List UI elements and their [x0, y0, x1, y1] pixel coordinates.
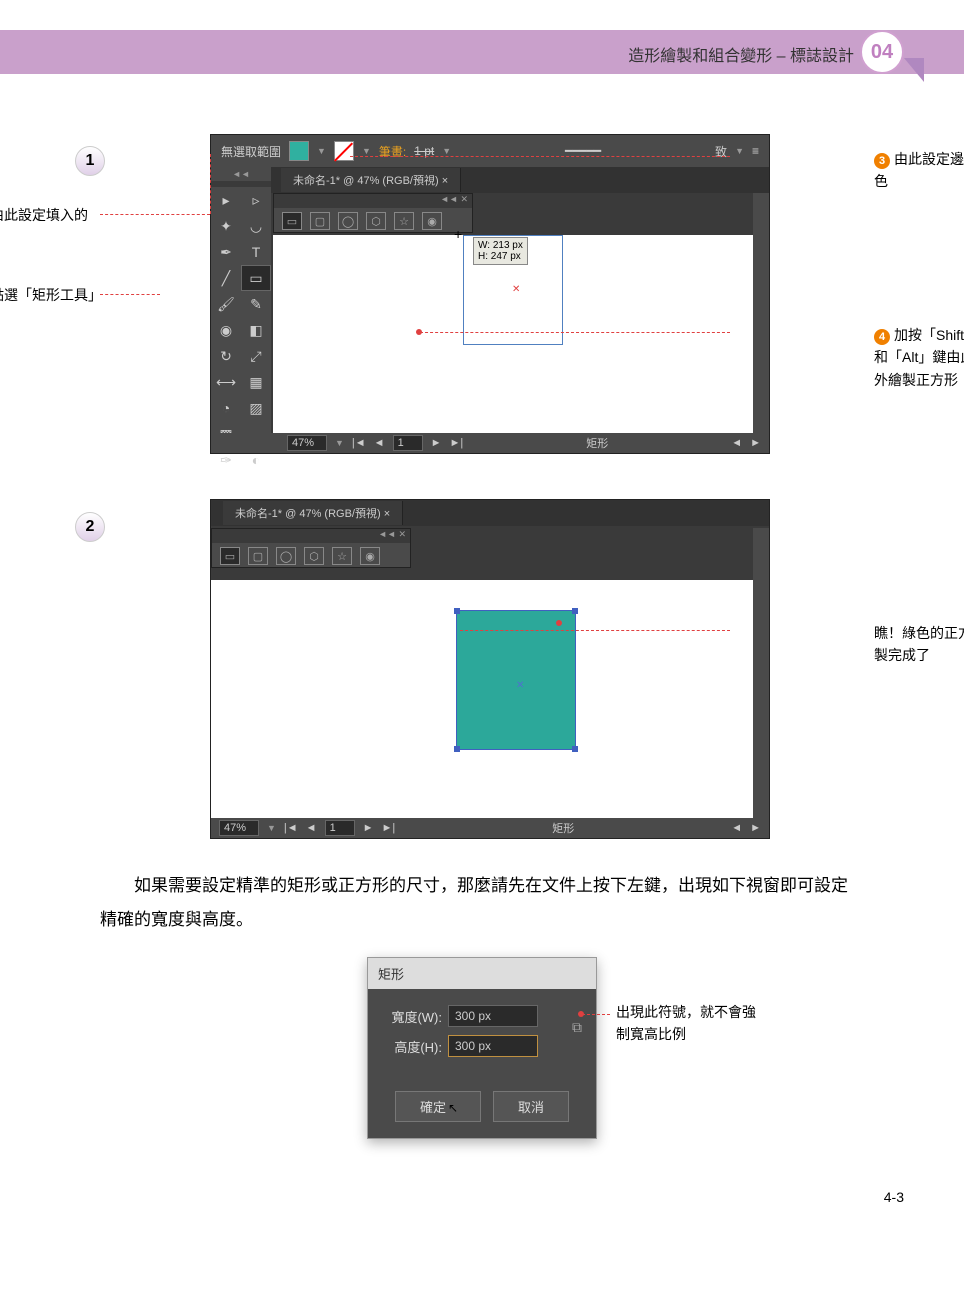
- stroke-swatch[interactable]: [334, 141, 354, 161]
- close-icon[interactable]: ×: [442, 175, 448, 187]
- panel-close-icon[interactable]: ✕: [460, 194, 468, 208]
- callout-3: 3由此設定邊框顏色: [874, 148, 964, 193]
- polygon-icon[interactable]: ⬡: [304, 547, 324, 565]
- scrollbar[interactable]: [753, 528, 769, 818]
- shape-flyout-panel-2: ◄◄ ✕ ▭ ▢ ◯ ⬡ ☆ ◉: [211, 528, 411, 568]
- page-number: 4-3: [0, 1169, 964, 1225]
- rectangle-dialog: 矩形 寬度(W): 高度(H): ⧉ 確定↖ 取消: [367, 957, 597, 1139]
- page-input[interactable]: [393, 435, 423, 451]
- first-page-icon[interactable]: |◄: [352, 437, 366, 449]
- height-input[interactable]: [448, 1035, 538, 1057]
- step-badge-2: 2: [75, 512, 105, 542]
- pen-tool-icon[interactable]: ✒: [211, 239, 241, 265]
- ellipse-icon[interactable]: ◯: [338, 212, 358, 230]
- scroll-right-icon[interactable]: ►: [750, 437, 761, 449]
- last-page-icon[interactable]: ►|: [449, 437, 463, 449]
- lasso-tool-icon[interactable]: ◡: [241, 213, 271, 239]
- rectangle-tool-icon[interactable]: ▭: [241, 265, 271, 291]
- scale-tool-icon[interactable]: ⤢: [241, 343, 271, 369]
- width-input[interactable]: [448, 1005, 538, 1027]
- doc-tab-2[interactable]: 未命名-1* @ 47% (RGB/預視) ×: [223, 501, 403, 525]
- control-bar: 無選取範圍 ▼ ▼ 筆畫: 1 pt▼ ━━━━━ 致▼ ≡: [211, 135, 769, 167]
- pencil-tool-icon[interactable]: ✎: [241, 291, 271, 317]
- chapter-number: 04: [860, 30, 904, 74]
- callout-5: 瞧！綠色的正方形繪製完成了: [874, 622, 964, 667]
- scroll-left-icon[interactable]: ◄: [731, 437, 742, 449]
- line-tool-icon[interactable]: ╱: [211, 265, 241, 291]
- rect-shape-icon[interactable]: ▭: [220, 547, 240, 565]
- height-label: 高度(H):: [382, 1037, 442, 1056]
- doc-tab[interactable]: 未命名-1* @ 47% (RGB/預視) ×: [281, 168, 461, 192]
- star-icon[interactable]: ☆: [332, 547, 352, 565]
- blob-tool-icon[interactable]: ◉: [211, 317, 241, 343]
- next-page-icon[interactable]: ►: [363, 822, 374, 834]
- screenshot-2: 未命名-1* @ 47% (RGB/預視) × ◄◄ ✕ ▭ ▢ ◯ ⬡ ☆ ◉…: [210, 499, 770, 839]
- wand-tool-icon[interactable]: ✦: [211, 213, 241, 239]
- no-selection-label: 無選取範圍: [221, 143, 281, 160]
- eraser-tool-icon[interactable]: ◧: [241, 317, 271, 343]
- polygon-icon[interactable]: ⬡: [366, 212, 386, 230]
- tab-bar: 未命名-1* @ 47% (RGB/預視) ×: [211, 167, 769, 193]
- status-bar-2: ▼ |◄◄ ►►| 矩形 ◄►: [211, 818, 769, 838]
- type-tool-icon[interactable]: T: [241, 239, 271, 265]
- ellipse-icon[interactable]: ◯: [276, 547, 296, 565]
- last-page-icon[interactable]: ►|: [381, 822, 395, 834]
- status-shape-label: 矩形: [403, 820, 723, 836]
- menu-icon[interactable]: ≡: [752, 144, 759, 158]
- screenshot-1: 無選取範圍 ▼ ▼ 筆畫: 1 pt▼ ━━━━━ 致▼ ≡ 未命名-1* @ …: [210, 134, 770, 454]
- scroll-left-icon[interactable]: ◄: [731, 822, 742, 834]
- status-bar: ▼ |◄◄ ►►| 矩形 ◄►: [211, 433, 769, 453]
- free-transform-icon[interactable]: ▦: [241, 369, 271, 395]
- callout-2: 2由此設定填入的色彩: [0, 204, 100, 249]
- ok-button[interactable]: 確定↖: [395, 1091, 481, 1122]
- rotate-tool-icon[interactable]: ↻: [211, 343, 241, 369]
- selection-tool-icon[interactable]: ▸: [211, 187, 241, 213]
- brush-tool-icon[interactable]: 🖌: [211, 291, 241, 317]
- width-tool-icon[interactable]: ⟷: [211, 369, 241, 395]
- scrollbar[interactable]: [753, 193, 769, 433]
- page-input[interactable]: [325, 820, 355, 836]
- direct-select-tool-icon[interactable]: ▹: [241, 187, 271, 213]
- star-icon[interactable]: ☆: [394, 212, 414, 230]
- callout-6: 出現此符號，就不會強制寬高比例: [616, 1001, 766, 1046]
- callout-4: 4加按「Shift」鍵 和「Alt」鍵由此處往外繪製正方形: [874, 324, 964, 391]
- canvas-area-2[interactable]: ✕: [211, 580, 753, 818]
- zoom-input[interactable]: [287, 435, 327, 451]
- flare-icon[interactable]: ◉: [360, 547, 380, 565]
- rounded-rect-icon[interactable]: ▢: [248, 547, 268, 565]
- callout-1: 1點選「矩形工具」鈕: [0, 284, 100, 329]
- dimension-tooltip: W: 213 px H: 247 px: [473, 237, 528, 265]
- close-icon[interactable]: ×: [384, 508, 390, 520]
- shape-flyout-panel: ◄◄ ✕ ▭ ▢ ◯ ⬡ ☆ ◉: [273, 193, 473, 233]
- step-badge-1: 1: [75, 146, 105, 176]
- prev-page-icon[interactable]: ◄: [374, 437, 385, 449]
- first-page-icon[interactable]: |◄: [284, 822, 298, 834]
- body-paragraph: 如果需要設定精準的矩形或正方形的尺寸，那麼請先在文件上按下左鍵，出現如下視窗即可…: [100, 869, 864, 937]
- link-constrain-icon[interactable]: ⧉: [572, 1019, 582, 1036]
- rect-shape-icon[interactable]: ▭: [282, 212, 302, 230]
- scroll-right-icon[interactable]: ►: [750, 822, 761, 834]
- cursor-icon: ↖: [448, 1101, 458, 1115]
- canvas-area[interactable]: + ✕ W: 213 px H: 247 px: [273, 235, 753, 433]
- prev-page-icon[interactable]: ◄: [306, 822, 317, 834]
- rounded-rect-icon[interactable]: ▢: [310, 212, 330, 230]
- shape-builder-icon[interactable]: ◔: [211, 395, 241, 421]
- next-page-icon[interactable]: ►: [431, 437, 442, 449]
- fill-swatch[interactable]: [289, 141, 309, 161]
- panel-close-icon[interactable]: ✕: [398, 529, 406, 543]
- perspective-tool-icon[interactable]: ▨: [241, 395, 271, 421]
- crosshair-cursor-icon: +: [454, 226, 462, 242]
- tools-panel: ◄◄ ▸▹ ✦◡ ✒T ╱▭ 🖌✎ ◉◧ ↻⤢ ⟷▦ ◔▨ ▩▬ ✑◐: [211, 167, 271, 433]
- page-header-title: 造形繪製和組合變形 – 標誌設計: [628, 42, 854, 66]
- dialog-title: 矩形: [368, 958, 596, 989]
- cancel-button[interactable]: 取消: [493, 1091, 569, 1122]
- drawn-square[interactable]: ✕: [456, 610, 576, 750]
- width-label: 寬度(W):: [382, 1007, 442, 1026]
- zoom-input[interactable]: [219, 820, 259, 836]
- panel-collapse-icon[interactable]: ◄◄: [440, 194, 458, 208]
- status-shape-label: 矩形: [471, 435, 723, 451]
- flare-icon[interactable]: ◉: [422, 212, 442, 230]
- panel-collapse-icon[interactable]: ◄◄: [378, 529, 396, 543]
